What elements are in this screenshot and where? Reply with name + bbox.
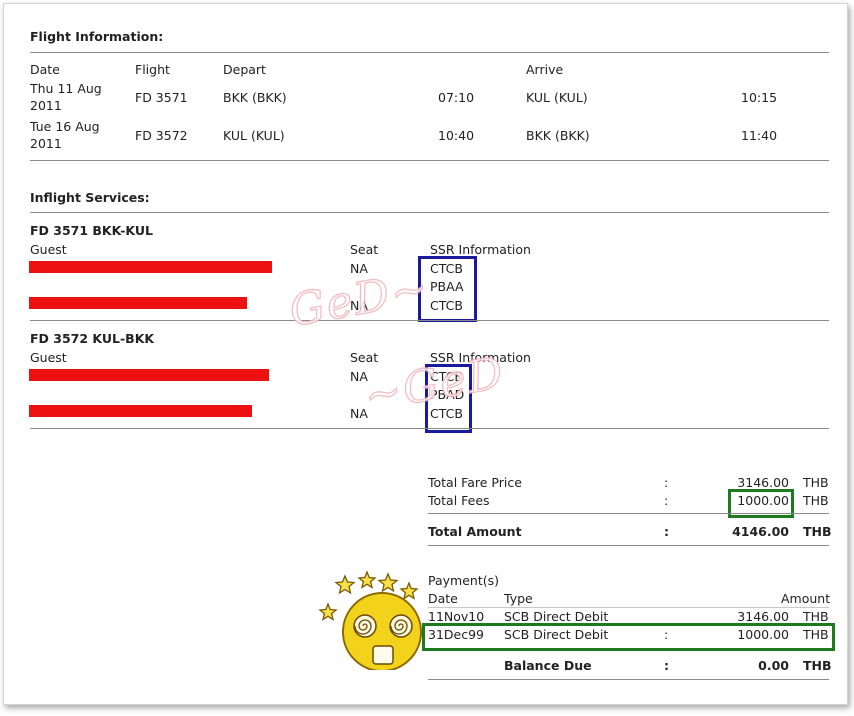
dizzy-smiley-icon bbox=[318, 570, 422, 670]
redacted-guest-name bbox=[29, 369, 269, 381]
colon: : bbox=[664, 524, 669, 539]
col-header-arrive: Arrive bbox=[526, 62, 564, 77]
flight-number: FD 3571 bbox=[135, 90, 188, 105]
payment-amount: 3146.00 bbox=[737, 609, 789, 624]
watermark: GeD~ bbox=[285, 261, 434, 337]
currency: THB bbox=[803, 475, 829, 490]
redacted-guest-name bbox=[29, 297, 247, 309]
flight-number: FD 3572 bbox=[135, 128, 188, 143]
seat-header: Seat bbox=[350, 350, 379, 365]
depart-airport: BKK (BKK) bbox=[223, 90, 287, 105]
payments-title: Payment(s) bbox=[428, 573, 499, 588]
ssr-header: SSR Information bbox=[430, 242, 531, 257]
flight-date-year: 2011 bbox=[30, 98, 62, 113]
payment-date: 11Nov10 bbox=[428, 609, 485, 624]
depart-airport: KUL (KUL) bbox=[223, 128, 285, 143]
payment-date-header: Date bbox=[428, 591, 458, 606]
divider bbox=[30, 428, 829, 429]
divider bbox=[428, 513, 829, 514]
currency: THB bbox=[803, 493, 829, 508]
divider bbox=[30, 212, 829, 213]
inflight-title: Inflight Services: bbox=[30, 190, 150, 205]
total-fees-label: Total Fees bbox=[428, 493, 490, 508]
divider bbox=[30, 160, 829, 161]
payment-type: SCB Direct Debit bbox=[504, 609, 609, 624]
balance-due-value: 0.00 bbox=[758, 658, 789, 673]
divider bbox=[428, 679, 829, 680]
depart-time: 07:10 bbox=[438, 90, 475, 105]
depart-time: 10:40 bbox=[438, 128, 475, 143]
payment-highlight-box bbox=[422, 623, 835, 651]
segment-title: FD 3571 BKK-KUL bbox=[30, 223, 153, 238]
flight-info-title: Flight Information: bbox=[30, 29, 164, 44]
colon: : bbox=[664, 658, 669, 673]
flight-date-year: 2011 bbox=[30, 136, 62, 151]
total-amount-label: Total Amount bbox=[428, 524, 522, 539]
arrive-time: 10:15 bbox=[741, 90, 778, 105]
divider bbox=[30, 320, 829, 321]
divider bbox=[428, 607, 829, 608]
payment-type-header: Type bbox=[504, 591, 533, 606]
guest-header: Guest bbox=[30, 242, 67, 257]
currency: THB bbox=[803, 524, 832, 539]
col-header-date: Date bbox=[30, 62, 60, 77]
balance-due-label: Balance Due bbox=[504, 658, 592, 673]
divider bbox=[428, 545, 829, 546]
flight-date: Thu 11 Aug bbox=[30, 81, 102, 96]
arrive-airport: BKK (BKK) bbox=[526, 128, 590, 143]
booking-itinerary-page: Flight Information: Date Flight Depart A… bbox=[3, 3, 848, 705]
currency: THB bbox=[803, 609, 829, 624]
seat-header: Seat bbox=[350, 242, 379, 257]
seat-value: NA bbox=[350, 406, 368, 421]
total-fare-value: 3146.00 bbox=[737, 475, 789, 490]
arrive-airport: KUL (KUL) bbox=[526, 90, 588, 105]
colon: : bbox=[664, 475, 669, 490]
col-header-depart: Depart bbox=[223, 62, 266, 77]
colon: : bbox=[664, 493, 669, 508]
redacted-guest-name bbox=[29, 405, 252, 417]
arrive-time: 11:40 bbox=[741, 128, 778, 143]
redacted-guest-name bbox=[29, 261, 272, 273]
divider bbox=[30, 52, 829, 53]
currency: THB bbox=[803, 658, 832, 673]
total-amount-value: 4146.00 bbox=[732, 524, 789, 539]
flight-date: Tue 16 Aug bbox=[30, 119, 100, 134]
segment-title: FD 3572 KUL-BKK bbox=[30, 331, 155, 346]
payment-amount-header: Amount bbox=[781, 591, 831, 606]
guest-header: Guest bbox=[30, 350, 67, 365]
total-fare-label: Total Fare Price bbox=[428, 475, 522, 490]
col-header-flight: Flight bbox=[135, 62, 170, 77]
